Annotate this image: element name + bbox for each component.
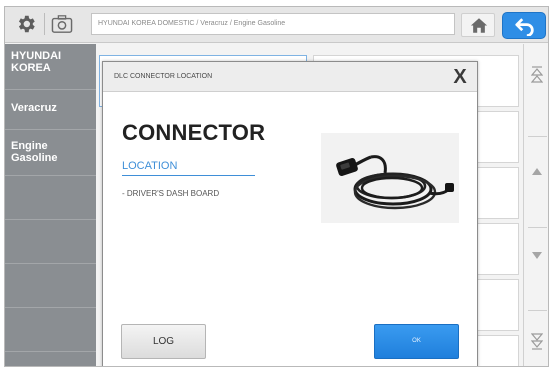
- camera-icon[interactable]: [51, 14, 73, 34]
- page-down-button[interactable]: [524, 318, 548, 366]
- sidebar-item-empty: [5, 220, 96, 264]
- location-description: - DRIVER'S DASH BOARD: [122, 189, 220, 198]
- scroll-controls: [523, 44, 548, 366]
- sidebar-item-empty: [5, 308, 96, 352]
- sidebar-item-system[interactable]: Engine Gasoline: [5, 130, 96, 176]
- page-down-icon: [531, 333, 543, 350]
- up-icon: [532, 168, 542, 175]
- dialog-title: DLC CONNECTOR LOCATION: [114, 73, 213, 80]
- page-up-icon: [531, 66, 543, 83]
- back-button[interactable]: [502, 12, 546, 39]
- scroll-up-button[interactable]: [524, 154, 548, 214]
- breadcrumb: HYUNDAI KOREA DOMESTIC / Veracruz / Engi…: [91, 13, 455, 35]
- gear-icon[interactable]: [15, 13, 37, 35]
- scroll-divider: [528, 227, 547, 228]
- top-toolbar: HYUNDAI KOREA DOMESTIC / Veracruz / Engi…: [5, 7, 548, 43]
- page-up-button[interactable]: [524, 60, 548, 120]
- cable-illustration: [336, 155, 454, 210]
- scroll-down-button[interactable]: [524, 239, 548, 299]
- sidebar-item-empty: [5, 176, 96, 220]
- sidebar-item-empty: [5, 264, 96, 308]
- connector-location-dialog: DLC CONNECTOR LOCATION X CONNECTOR LOCAT…: [102, 61, 478, 366]
- scroll-divider: [528, 310, 547, 311]
- location-label: LOCATION: [122, 160, 255, 176]
- connector-heading: CONNECTOR: [122, 120, 266, 145]
- ok-button[interactable]: OK: [374, 324, 459, 359]
- toolbar-divider: [44, 13, 45, 35]
- sidebar-item-manufacturer[interactable]: HYUNDAI KOREA: [5, 50, 96, 90]
- sidebar-item-model[interactable]: Veracruz: [5, 90, 96, 130]
- dialog-header: DLC CONNECTOR LOCATION X: [103, 62, 477, 92]
- log-button[interactable]: LOG: [121, 324, 206, 359]
- scroll-divider: [528, 136, 547, 137]
- close-button[interactable]: X: [448, 65, 472, 89]
- sidebar: HYUNDAI KOREA Veracruz Engine Gasoline: [5, 44, 96, 366]
- app-window: HYUNDAI KOREA DOMESTIC / Veracruz / Engi…: [4, 6, 549, 367]
- down-icon: [532, 252, 542, 259]
- home-button[interactable]: [461, 13, 495, 37]
- back-arrow-icon: [515, 18, 534, 36]
- obd-cable-image: [321, 133, 459, 223]
- home-icon: [470, 18, 488, 33]
